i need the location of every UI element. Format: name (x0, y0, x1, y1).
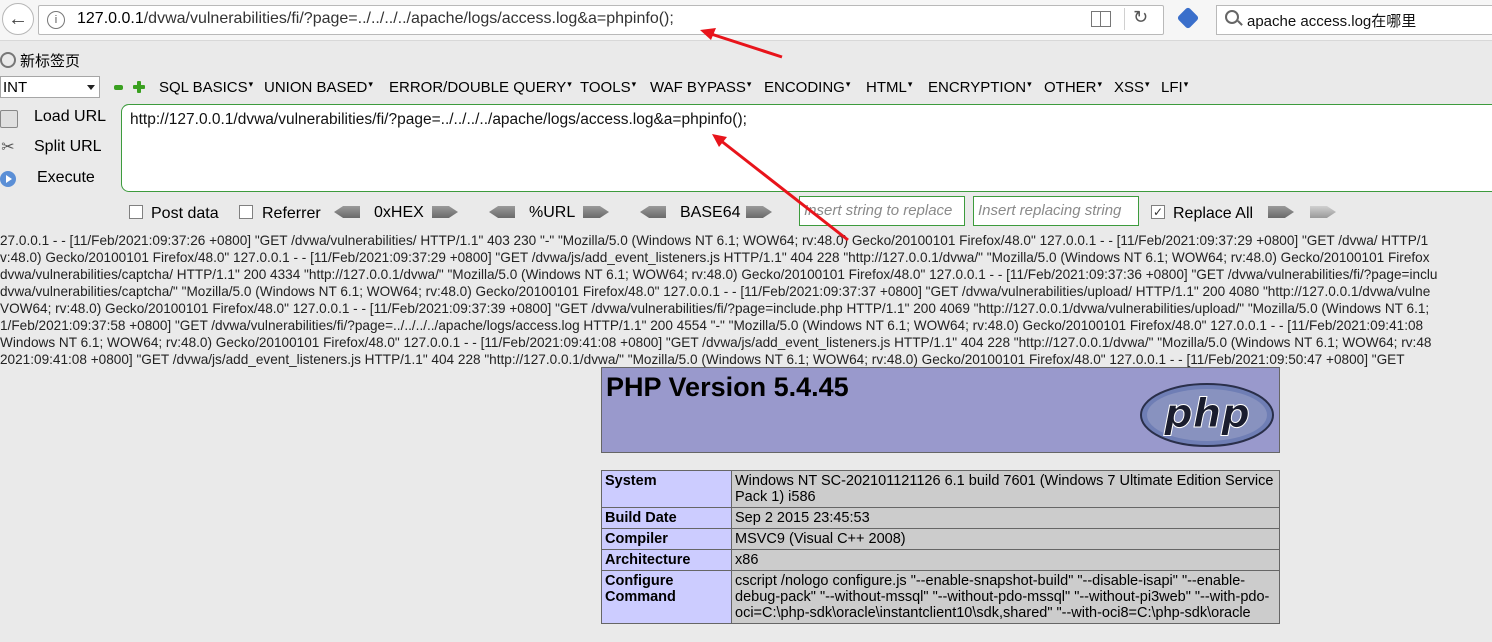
referrer-label: Referrer (262, 205, 321, 222)
menu-encryption[interactable]: ENCRYPTION (928, 79, 1032, 96)
url-path: /dvwa/vulnerabilities/fi/?page=../../../… (143, 10, 674, 27)
back-arrow-icon[interactable]: ← (2, 3, 34, 35)
table-row: Configure Command cscript /nologo config… (601, 570, 1280, 624)
referrer-checkbox[interactable] (239, 205, 253, 219)
access-log-output: 27.0.0.1 - - [11/Feb/2021:09:37:26 +0800… (0, 232, 1492, 368)
hex-decode-arrow-icon[interactable] (334, 206, 360, 218)
url-host: 127.0.0.1 (77, 10, 144, 27)
insert-string-input[interactable]: Insert string to replace (799, 196, 965, 226)
navigation-bar: ← i 127.0.0.1/dvwa/vulnerabilities/fi/?p… (0, 0, 1492, 41)
menu-error-double-query[interactable]: ERROR/DOUBLE QUERY (389, 79, 572, 96)
menu-encoding[interactable]: ENCODING (764, 79, 850, 96)
replace-all-label: Replace All (1173, 205, 1254, 222)
menu-sql-basics[interactable]: SQL BASICS (159, 79, 253, 96)
url-encode-label: %URL (529, 204, 576, 221)
load-url-button[interactable]: Load URL (0, 106, 118, 130)
address-bar[interactable]: i 127.0.0.1/dvwa/vulnerabilities/fi/?pag… (38, 5, 1164, 35)
execute-button[interactable]: Execute (0, 167, 118, 191)
type-select[interactable]: INT (0, 76, 100, 98)
menu-html[interactable]: HTML (866, 79, 912, 96)
menu-xss[interactable]: XSS (1114, 79, 1150, 96)
bookmark-toolbar: 新标签页 (0, 41, 1492, 75)
phpinfo-header: PHP Version 5.4.45 php (601, 367, 1280, 453)
table-row: System Windows NT SC-202101121126 6.1 bu… (601, 470, 1280, 508)
base64-encode-arrow-icon[interactable] (746, 206, 772, 218)
split-url-label: Split URL (34, 138, 102, 155)
log-line: dvwa/vulnerabilities/captcha/" "Mozilla/… (0, 284, 1431, 299)
post-data-checkbox[interactable] (129, 205, 143, 219)
minus-icon[interactable] (114, 85, 123, 90)
php-version-title: PHP Version 5.4.45 (606, 372, 849, 402)
hex-label: 0xHEX (374, 204, 424, 221)
divider (1124, 8, 1125, 30)
search-box[interactable]: apache access.log在哪里 (1216, 5, 1492, 35)
row-value: Windows NT SC-202101121126 6.1 build 760… (731, 470, 1280, 508)
bookmark-new-tab[interactable]: 新标签页 (20, 50, 80, 71)
load-url-label: Load URL (34, 108, 107, 125)
play-icon (0, 171, 16, 187)
log-line: 27.0.0.1 - - [11/Feb/2021:09:37:26 +0800… (0, 233, 1429, 248)
log-line: 2021:09:41:08 +0800] "GET /dvwa/js/add_e… (0, 352, 1405, 367)
log-line: VOW64; rv:48.0) Gecko/20100101 Firefox/4… (0, 301, 1430, 316)
log-line: Windows NT 6.1; WOW64; rv:48.0) Gecko/20… (0, 335, 1432, 350)
row-value: x86 (731, 549, 1280, 571)
row-key: Build Date (601, 507, 732, 529)
row-value: MSVC9 (Visual C++ 2008) (731, 528, 1280, 550)
table-row: Architecture x86 (601, 549, 1280, 571)
reader-view-icon[interactable] (1091, 11, 1111, 27)
reload-icon[interactable]: ↻ (1133, 7, 1148, 28)
hackbar-menu: INT SQL BASICS UNION BASED ERROR/DOUBLE … (0, 76, 1492, 102)
table-row: Build Date Sep 2 2015 23:45:53 (601, 507, 1280, 529)
search-icon (1225, 10, 1239, 24)
row-key: Architecture (601, 549, 732, 571)
address-url[interactable]: 127.0.0.1/dvwa/vulnerabilities/fi/?page=… (77, 10, 674, 28)
post-data-label: Post data (151, 205, 219, 222)
extension-icon[interactable] (1176, 6, 1200, 30)
chevron-down-icon (87, 85, 95, 90)
row-key: System (601, 470, 732, 508)
url-decode-arrow-icon[interactable] (489, 206, 515, 218)
execute-label: Execute (37, 169, 95, 186)
menu-other[interactable]: OTHER (1044, 79, 1102, 96)
log-line: v:48.0) Gecko/20100101 Firefox/48.0" 127… (0, 250, 1430, 265)
row-key: Configure Command (601, 570, 732, 624)
row-value: Sep 2 2015 23:45:53 (731, 507, 1280, 529)
type-select-value: INT (3, 79, 28, 96)
log-line: 1/Feb/2021:09:37:58 +0800] "GET /dvwa/vu… (0, 318, 1424, 333)
replace-arrow-icon[interactable] (1268, 206, 1294, 218)
menu-tools[interactable]: TOOLS (580, 79, 636, 96)
load-url-icon (0, 110, 18, 128)
split-url-button[interactable]: ✂ Split URL (0, 136, 118, 160)
replacing-string-input[interactable]: Insert replacing string (973, 196, 1139, 226)
menu-union-based[interactable]: UNION BASED (264, 79, 373, 96)
php-logo-text: php (1163, 391, 1250, 437)
scissors-icon: ✂ (1, 139, 15, 156)
base64-label: BASE64 (680, 204, 741, 221)
menu-waf-bypass[interactable]: WAF BYPASS (650, 79, 751, 96)
log-line: dvwa/vulnerabilities/captcha/ HTTP/1.1" … (0, 267, 1438, 282)
url-encode-arrow-icon[interactable] (583, 206, 609, 218)
menu-lfi[interactable]: LFI (1161, 79, 1188, 96)
plus-icon[interactable] (133, 81, 145, 93)
base64-decode-arrow-icon[interactable] (640, 206, 666, 218)
globe-icon (0, 52, 16, 68)
table-row: Compiler MSVC9 (Visual C++ 2008) (601, 528, 1280, 550)
row-value: cscript /nologo configure.js "--enable-s… (731, 570, 1280, 624)
hackbar-actions: Load URL ✂ Split URL Execute (0, 104, 120, 194)
replace-all-arrow-icon[interactable] (1310, 206, 1336, 218)
search-input[interactable]: apache access.log在哪里 (1247, 10, 1416, 31)
hex-encode-arrow-icon[interactable] (432, 206, 458, 218)
phpinfo-table: System Windows NT SC-202101121126 6.1 bu… (601, 470, 1280, 624)
row-key: Compiler (601, 528, 732, 550)
php-logo: php (1140, 383, 1274, 447)
hackbar-options: Post data Referrer 0xHEX %URL BASE64 Ins… (0, 196, 1492, 228)
replace-all-checkbox[interactable]: ✓ (1151, 205, 1165, 219)
hackbar-url-value[interactable]: http://127.0.0.1/dvwa/vulnerabilities/fi… (130, 111, 747, 129)
info-icon[interactable]: i (47, 11, 65, 29)
hackbar-url-textarea[interactable]: http://127.0.0.1/dvwa/vulnerabilities/fi… (121, 104, 1492, 192)
